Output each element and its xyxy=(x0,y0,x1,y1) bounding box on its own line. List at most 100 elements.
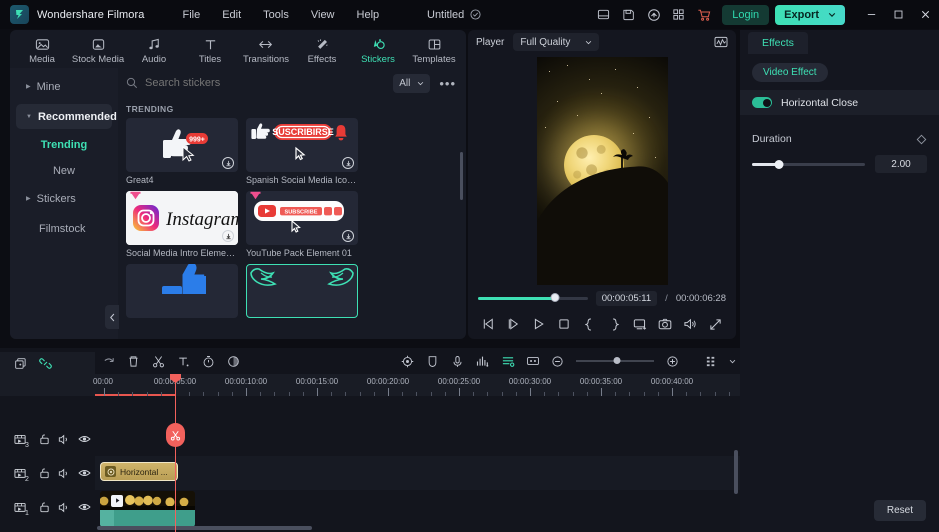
mute-icon[interactable] xyxy=(58,501,71,514)
stop-button[interactable] xyxy=(554,314,574,334)
sticker-cell[interactable]: Instagram Social Media Intro Element 12 xyxy=(126,191,238,258)
sticker-thumbnail-blue-thumb[interactable] xyxy=(126,264,238,318)
lock-icon[interactable] xyxy=(38,433,51,446)
mute-icon[interactable] xyxy=(58,467,71,480)
sidebar-item-stickers[interactable]: ▶ Stickers xyxy=(16,186,112,211)
add-text-icon[interactable] xyxy=(171,348,196,374)
tab-audio[interactable]: Audio xyxy=(127,33,182,65)
close-button[interactable] xyxy=(912,0,939,29)
download-icon[interactable] xyxy=(342,230,354,242)
sidebar-item-mine[interactable]: ▶ Mine xyxy=(16,74,112,99)
play-button[interactable] xyxy=(529,314,549,334)
download-icon[interactable] xyxy=(222,230,234,242)
seek-handle[interactable] xyxy=(550,293,560,302)
timeline-ruler[interactable]: 00:00 00:00:05:00 00:00:10:00 00:00:15:0… xyxy=(0,352,740,396)
cart-icon[interactable] xyxy=(691,0,716,29)
download-icon[interactable] xyxy=(342,157,354,169)
tab-stock-media[interactable]: Stock Media xyxy=(71,33,126,65)
save-as-icon[interactable] xyxy=(616,0,641,29)
tab-titles[interactable]: Titles xyxy=(183,33,238,65)
effect-item-horizontal-close[interactable]: Horizontal Close xyxy=(740,90,939,115)
mix-audio-icon[interactable] xyxy=(470,348,495,374)
fullscreen-button[interactable] xyxy=(705,314,725,334)
split-scissors-icon[interactable] xyxy=(146,348,171,374)
tab-stickers[interactable]: Stickers xyxy=(351,33,406,65)
eye-icon[interactable] xyxy=(78,501,91,514)
lock-icon[interactable] xyxy=(38,501,51,514)
timeline-lane-2[interactable]: Horizontal ... xyxy=(95,456,740,490)
timeline-playhead[interactable] xyxy=(170,374,181,532)
mute-icon[interactable] xyxy=(58,433,71,446)
tab-templates[interactable]: Templates xyxy=(407,33,462,65)
sticker-grid-scroll[interactable]: 999+ Great4 SUSCRIBIRSE Spanish Social M… xyxy=(118,118,466,339)
track-header-1[interactable]: 1 xyxy=(0,490,95,524)
save-icon[interactable] xyxy=(591,0,616,29)
menu-tools[interactable]: Tools xyxy=(252,5,300,25)
search-input[interactable] xyxy=(145,77,387,89)
lock-icon[interactable] xyxy=(38,467,51,480)
library-scrollbar[interactable] xyxy=(460,152,463,200)
tab-effects[interactable]: Effects xyxy=(295,33,350,65)
color-wheel-icon[interactable] xyxy=(221,348,246,374)
menu-view[interactable]: View xyxy=(300,5,346,25)
seek-slider[interactable] xyxy=(478,293,588,302)
snapshot-button[interactable] xyxy=(655,314,675,334)
sidebar-collapse-button[interactable] xyxy=(105,305,119,329)
sticker-cell[interactable] xyxy=(246,264,358,318)
eye-icon[interactable] xyxy=(78,433,91,446)
speed-timer-icon[interactable] xyxy=(196,348,221,374)
minimize-button[interactable] xyxy=(858,0,885,29)
duration-slider[interactable] xyxy=(752,159,865,169)
zoom-in-icon[interactable] xyxy=(660,348,685,374)
sidebar-item-trending[interactable]: Trending xyxy=(16,134,112,156)
library-more-button[interactable]: ••• xyxy=(437,76,458,91)
effect-enable-toggle[interactable] xyxy=(752,97,772,108)
sticker-cell[interactable]: SUBSCRIBE YouTube Pack Element 01 xyxy=(246,191,358,258)
sidebar-item-recommended[interactable]: ▼ Recommended xyxy=(16,104,117,129)
zoom-out-icon[interactable] xyxy=(545,348,570,374)
keyframe-panel-icon[interactable] xyxy=(520,348,545,374)
login-button[interactable]: Login xyxy=(722,4,770,25)
tab-media[interactable]: Media xyxy=(15,33,70,65)
duration-value-field[interactable]: 2.00 xyxy=(875,155,927,173)
sticker-thumbnail-thumbs-up-999[interactable]: 999+ xyxy=(126,118,238,172)
eye-icon[interactable] xyxy=(78,467,91,480)
tab-effects-panel[interactable]: Effects xyxy=(748,32,808,54)
timeline-horizontal-scrollbar[interactable] xyxy=(97,526,312,530)
duration-slider-handle[interactable] xyxy=(774,159,784,169)
export-button[interactable]: Export xyxy=(775,4,845,25)
menu-file[interactable]: File xyxy=(171,5,211,25)
diamond-keyframe-icon[interactable] xyxy=(916,134,927,145)
delete-trash-icon[interactable] xyxy=(121,348,146,374)
volume-button[interactable] xyxy=(680,314,700,334)
timeline-lane-3[interactable] xyxy=(95,422,740,456)
sticker-thumbnail-neon-wings[interactable] xyxy=(246,264,358,318)
view-mode-icon[interactable] xyxy=(699,348,724,374)
crop-icon[interactable] xyxy=(420,348,445,374)
audio-detach-icon[interactable] xyxy=(495,348,520,374)
sticker-cell[interactable]: 999+ Great4 xyxy=(126,118,238,185)
pop-out-button[interactable] xyxy=(630,314,650,334)
redo-icon[interactable] xyxy=(96,348,121,374)
sticker-thumbnail-youtube-subscribe[interactable]: SUBSCRIBE xyxy=(246,191,358,245)
sidebar-item-new[interactable]: New xyxy=(16,160,112,182)
current-timecode[interactable]: 00:00:05:11 xyxy=(595,290,658,306)
sticker-thumbnail-instagram[interactable]: Instagram xyxy=(126,191,238,245)
quality-dropdown[interactable]: Full Quality xyxy=(513,33,600,51)
prev-frame-button[interactable] xyxy=(479,314,499,334)
maximize-button[interactable] xyxy=(885,0,912,29)
tab-transitions[interactable]: Transitions xyxy=(239,33,294,65)
add-track-icon[interactable] xyxy=(14,357,27,370)
record-voice-icon[interactable] xyxy=(445,348,470,374)
auto-reframe-icon[interactable] xyxy=(395,348,420,374)
download-icon[interactable] xyxy=(222,157,234,169)
mark-in-button[interactable] xyxy=(579,314,599,334)
timeline-lanes[interactable]: Horizontal ... xyxy=(95,396,740,532)
video-preview[interactable] xyxy=(536,56,668,285)
timeline-zoom-slider[interactable] xyxy=(576,357,654,364)
timeline-clip-sticker[interactable]: Horizontal ... xyxy=(100,462,178,481)
link-chain-icon[interactable] xyxy=(39,357,52,370)
mark-out-button[interactable] xyxy=(605,314,625,334)
view-mode-dropdown-icon[interactable] xyxy=(724,348,740,374)
timeline-clip-video[interactable] xyxy=(100,491,195,510)
